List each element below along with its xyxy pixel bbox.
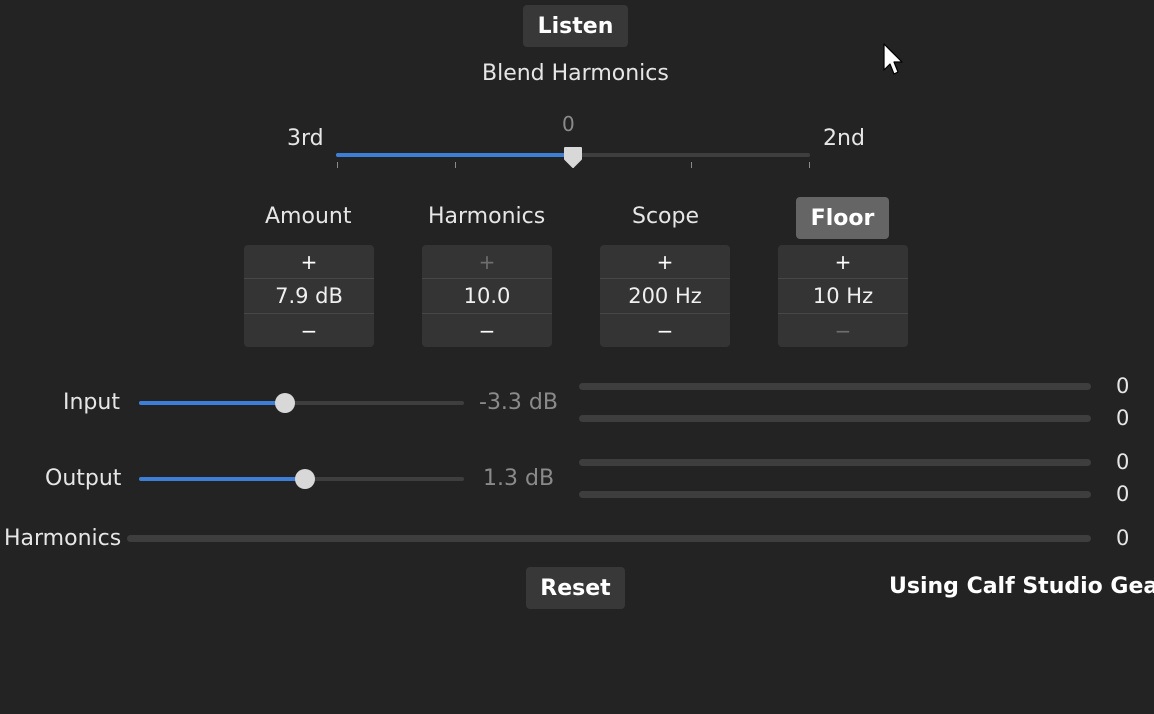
- output-gain-value: 1.3 dB: [483, 466, 555, 491]
- input-left-level-value: 0: [1116, 374, 1130, 398]
- scope-decrement-button[interactable]: −: [600, 313, 730, 347]
- blend-slider[interactable]: [336, 140, 810, 172]
- input-right-level-meter: [579, 415, 1091, 422]
- output-gain-slider[interactable]: [139, 466, 464, 492]
- floor-decrement-button[interactable]: −: [778, 313, 908, 347]
- blend-left-label: 3rd: [287, 126, 324, 151]
- scope-value[interactable]: 200 Hz: [600, 279, 730, 313]
- harmonics-spin-label: Harmonics: [428, 204, 546, 229]
- floor-toggle-button[interactable]: Floor: [796, 197, 889, 239]
- input-left-level-meter: [579, 383, 1091, 390]
- input-slider-fill: [139, 401, 285, 405]
- amount-spinbutton: + 7.9 dB −: [244, 245, 374, 347]
- output-left-level-meter: [579, 459, 1091, 466]
- reset-button[interactable]: Reset: [526, 567, 625, 609]
- output-left-level-value: 0: [1116, 450, 1130, 474]
- input-slider-handle[interactable]: [275, 393, 295, 413]
- floor-value[interactable]: 10 Hz: [778, 279, 908, 313]
- floor-increment-button[interactable]: +: [778, 245, 908, 279]
- floor-spinbutton: + 10 Hz −: [778, 245, 908, 347]
- amount-label: Amount: [265, 204, 352, 229]
- output-slider-fill: [139, 477, 305, 481]
- input-label: Input: [63, 390, 120, 415]
- scope-label: Scope: [632, 204, 700, 229]
- input-gain-slider[interactable]: [139, 390, 464, 416]
- output-right-level-value: 0: [1116, 482, 1130, 506]
- harmonics-level-meter: [127, 535, 1091, 542]
- output-slider-handle[interactable]: [295, 469, 315, 489]
- scope-spinbutton: + 200 Hz −: [600, 245, 730, 347]
- blend-value: 0: [562, 112, 575, 136]
- blend-right-label: 2nd: [823, 126, 865, 151]
- blend-tick: [337, 162, 338, 168]
- blend-tick: [691, 162, 692, 168]
- output-right-level-meter: [579, 491, 1091, 498]
- blend-slider-handle[interactable]: [563, 146, 583, 168]
- harmonics-spinbutton: + 10.0 −: [422, 245, 552, 347]
- output-label: Output: [45, 466, 122, 491]
- input-right-level-value: 0: [1116, 406, 1130, 430]
- harmonics-meter-label: Harmonics: [4, 526, 122, 551]
- amount-increment-button[interactable]: +: [244, 245, 374, 279]
- blend-slider-fill: [336, 153, 573, 157]
- listen-button[interactable]: Listen: [523, 5, 628, 47]
- harmonics-decrement-button[interactable]: −: [422, 313, 552, 347]
- input-gain-value: -3.3 dB: [479, 390, 558, 415]
- harmonics-increment-button[interactable]: +: [422, 245, 552, 279]
- amount-decrement-button[interactable]: −: [244, 313, 374, 347]
- blend-tick: [455, 162, 456, 168]
- scope-increment-button[interactable]: +: [600, 245, 730, 279]
- blend-harmonics-title: Blend Harmonics: [482, 61, 669, 86]
- harmonics-level-value: 0: [1116, 526, 1130, 550]
- footer-credit: Using Calf Studio Gear: [889, 574, 1154, 599]
- harmonics-value[interactable]: 10.0: [422, 279, 552, 313]
- amount-value[interactable]: 7.9 dB: [244, 279, 374, 313]
- blend-tick: [809, 162, 810, 168]
